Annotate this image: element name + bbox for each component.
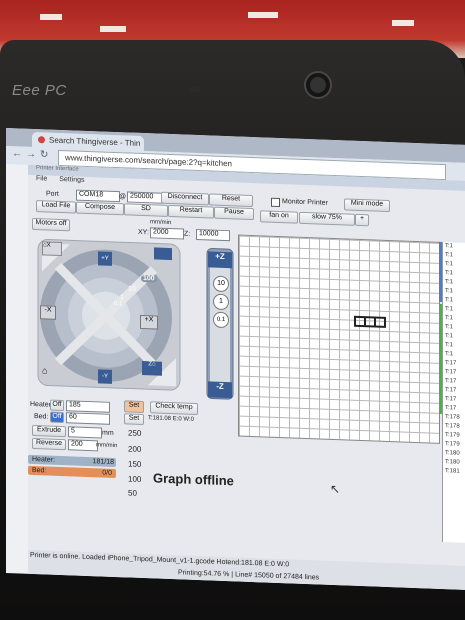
home-all-icon[interactable]: ⌂ <box>42 365 47 375</box>
z-step-1[interactable]: 1 <box>213 293 229 311</box>
z-step-10[interactable]: 10 <box>213 275 229 293</box>
plus-x-button[interactable]: +X <box>140 314 158 330</box>
bed-off-button[interactable]: Off <box>50 411 64 424</box>
home-z-icon[interactable]: Z⌂ <box>142 360 162 376</box>
minus-z-button[interactable]: -Z <box>208 381 232 399</box>
heater-off-button[interactable]: Off <box>50 399 64 412</box>
at-label: @ <box>119 193 127 201</box>
xy-feed-label: XY: <box>138 228 149 237</box>
graph-tick: 150 <box>128 459 142 469</box>
port-label: Port <box>46 190 59 198</box>
port-select[interactable]: COM18 <box>76 189 120 203</box>
webcam-icon <box>306 73 330 97</box>
back-icon[interactable]: ← <box>12 148 22 159</box>
bed-progress-bar: Bed: 0/0 <box>28 465 116 479</box>
motors-off-button[interactable]: Motors off <box>32 217 70 232</box>
compose-button[interactable]: Compose <box>76 201 124 216</box>
monitor-label: Monitor Printer <box>282 198 328 207</box>
print-object-outline <box>354 315 386 328</box>
slow-button[interactable]: slow 75% <box>299 211 355 226</box>
home-x-icon[interactable]: ⌂X <box>42 241 62 257</box>
status-line-2: Printing:54.76 % | Line# 15050 of 27484 … <box>178 569 320 582</box>
mouse-cursor-icon: ↖ <box>330 481 341 497</box>
minus-x-button[interactable]: -X <box>40 305 56 320</box>
bed-temp-select[interactable]: 60 <box>66 412 110 425</box>
step-10[interactable]: 10 <box>128 285 136 292</box>
fan-on-button[interactable]: fan on <box>260 210 298 224</box>
bed-bar-value: 0/0 <box>102 469 112 477</box>
wall-mark <box>100 26 126 32</box>
brand-logo: Eee PC <box>12 82 67 99</box>
home-y-icon[interactable] <box>154 247 172 261</box>
restart-button[interactable]: Restart <box>168 204 214 219</box>
reverse-unit: mm/min <box>96 442 118 450</box>
z-feed-label: Z: <box>184 230 191 238</box>
reverse-button[interactable]: Reverse <box>32 437 66 451</box>
reset-button[interactable]: Reset <box>209 193 253 208</box>
menu-file[interactable]: File <box>36 175 47 182</box>
plus-z-button[interactable]: +Z <box>208 251 232 269</box>
set-heater-button[interactable]: Set <box>124 400 144 414</box>
wall-mark <box>40 14 62 20</box>
forward-icon[interactable]: → <box>26 149 36 160</box>
load-file-button[interactable]: Load File <box>36 200 76 214</box>
check-temp-button[interactable]: Check temp <box>150 401 198 416</box>
extrude-button[interactable]: Extrude <box>32 424 66 438</box>
set-bed-button[interactable]: Set <box>124 413 144 426</box>
bed-bar-label: Bed: <box>32 466 47 475</box>
heater-bar-value: 181/18 <box>92 458 114 466</box>
step-0-1[interactable]: 0.1 <box>114 301 122 307</box>
temp-readout: T:181.08 E:0 W:0 <box>148 415 194 423</box>
tab-title: Search Thingiverse - Thin <box>49 135 141 148</box>
wall-mark <box>392 20 414 26</box>
step-100[interactable]: 100 <box>141 274 157 283</box>
baud-select[interactable]: 250000 <box>127 191 163 204</box>
graph-tick: 50 <box>128 488 137 498</box>
heater-temp-select[interactable]: 185 <box>66 400 110 413</box>
status-line-1: Printer is online. Loaded iPhone_Tripod_… <box>30 551 290 569</box>
heater-progress-bar: Heater: 181/18 <box>28 454 116 468</box>
xy-feed-input[interactable]: 2000 <box>150 227 184 240</box>
printer-window: Printer Interface File Settings Port COM… <box>28 164 465 590</box>
log-line: T:181 <box>445 468 460 475</box>
graph-tick: 200 <box>128 444 142 454</box>
minus-y-button[interactable]: -Y <box>98 369 112 384</box>
wall-mark <box>248 12 278 18</box>
plus-button[interactable]: + <box>355 213 369 227</box>
heater-bar-label: Heater: <box>32 455 55 464</box>
sd-button[interactable]: SD <box>124 203 168 217</box>
print-bed-preview[interactable] <box>238 234 440 444</box>
graph-tick: 100 <box>128 474 142 484</box>
menu-settings[interactable]: Settings <box>59 176 84 184</box>
graph-tick: 250 <box>128 428 142 438</box>
z-step-0-1[interactable]: 0.1 <box>213 311 229 329</box>
console-log[interactable]: T:1 T:1 T:1 T:1 T:1 T:1 T:1 T:1 T:1 T:1 T:1 T:1 T:1 T… <box>442 241 465 543</box>
z-feed-input[interactable]: 10000 <box>196 228 230 242</box>
reload-icon[interactable]: ↻ <box>40 149 48 160</box>
bed-label: Bed: <box>34 413 49 421</box>
graph-offline-label: Graph offline <box>153 470 234 489</box>
pause-button[interactable]: Pause <box>214 206 254 221</box>
feedrate-unit: mm/min <box>150 219 172 227</box>
reverse-speed-input[interactable]: 200 <box>68 439 98 452</box>
mini-mode-button[interactable]: Mini mode <box>344 198 390 213</box>
extrude-length-input[interactable]: 5 <box>68 426 102 439</box>
disconnect-button[interactable]: Disconnect <box>161 191 209 206</box>
plus-y-button[interactable]: +Y <box>98 251 112 266</box>
monitor-checkbox[interactable] <box>271 197 280 208</box>
laptop-screen: Search Thingiverse - Thin ← → ↻ www.thin… <box>6 128 465 590</box>
tab-favicon-icon <box>38 136 45 144</box>
sensor-icon <box>190 86 200 92</box>
extrude-unit: mm <box>102 429 114 437</box>
